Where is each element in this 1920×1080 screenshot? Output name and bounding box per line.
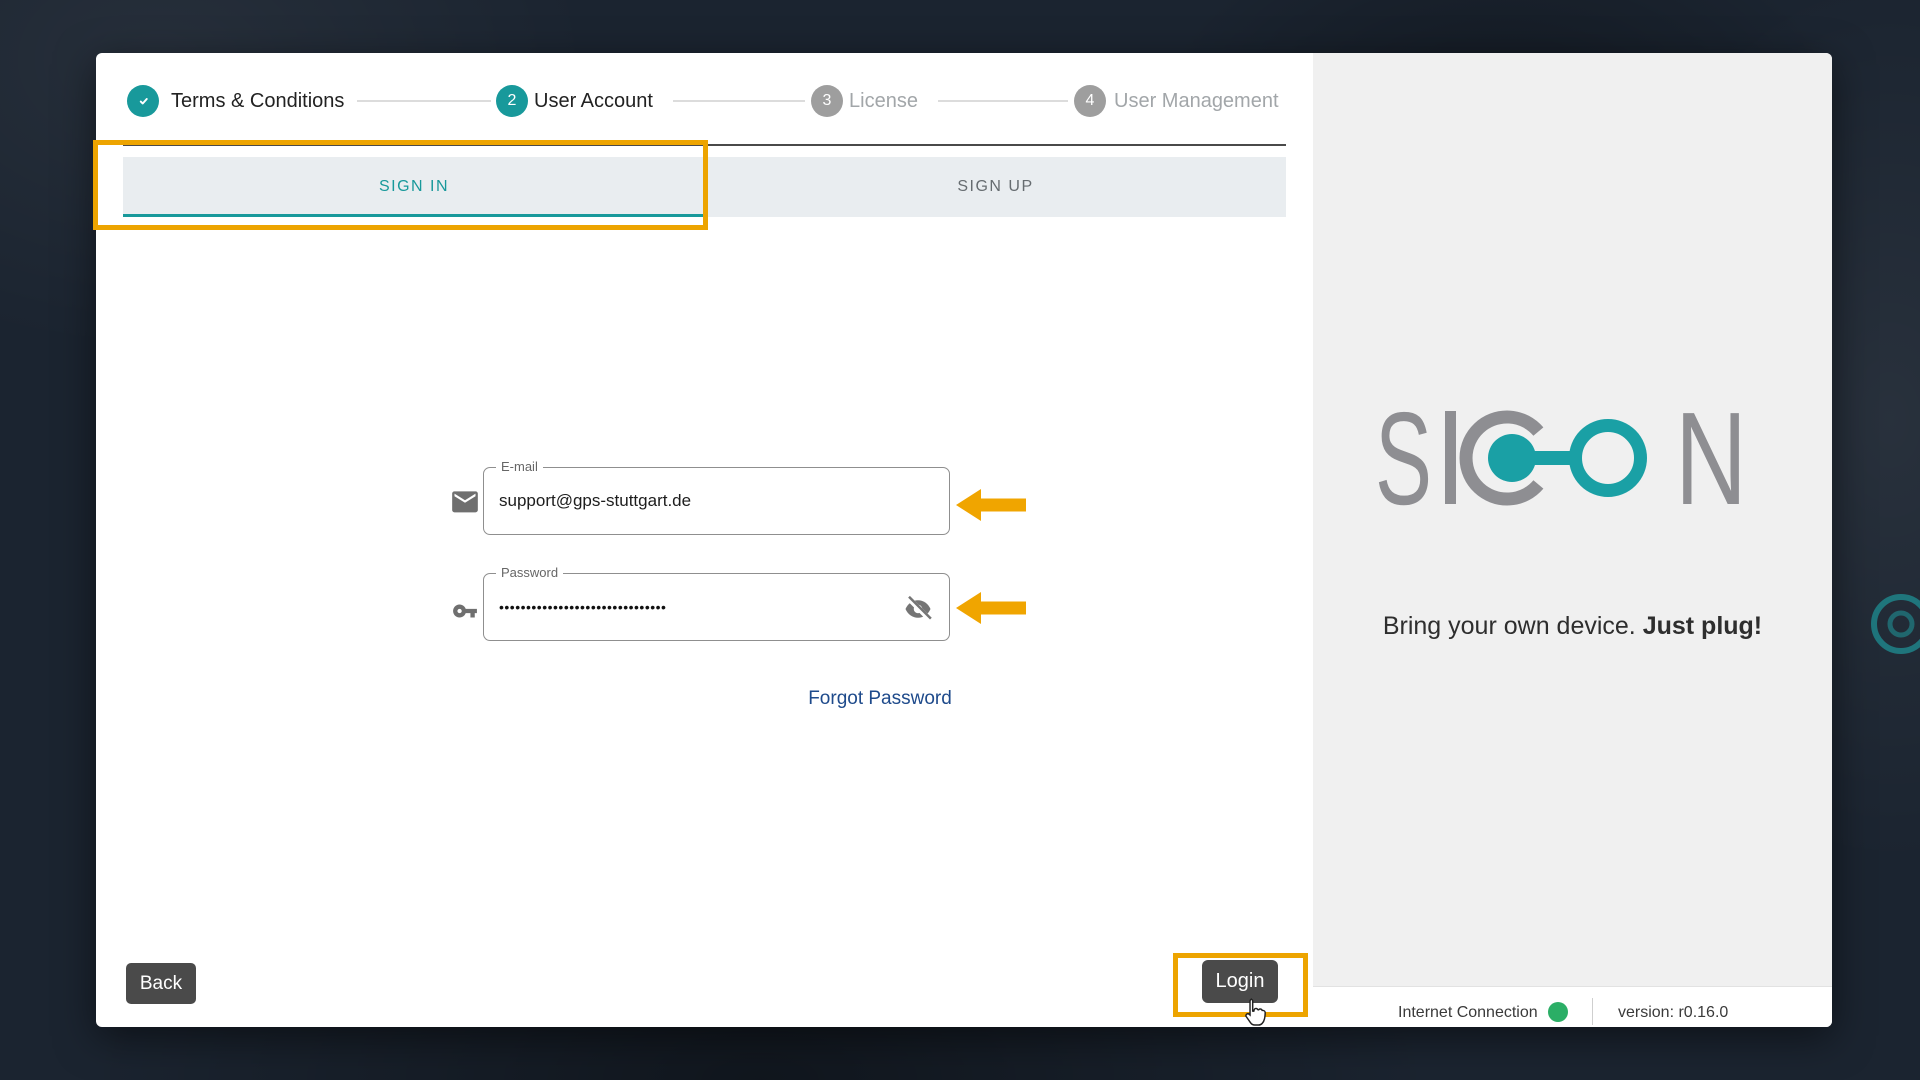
password-input[interactable]: Password ••••••••••••••••••••••••••••••• [483, 573, 950, 641]
tab-sign-up[interactable]: SIGN UP [705, 157, 1286, 217]
annotation-arrow-email-icon [956, 487, 1026, 523]
back-button[interactable]: Back [126, 963, 196, 1004]
step-connector [673, 100, 805, 102]
tab-sign-up-label: SIGN UP [957, 178, 1033, 196]
annotation-arrow-password-icon [956, 590, 1026, 626]
email-input[interactable]: E-mail support@gps-stuttgart.de [483, 467, 950, 535]
internet-status-dot [1548, 1002, 1568, 1022]
decor-target-rings-icon [1868, 591, 1920, 657]
internet-connection-label: Internet Connection [1398, 1004, 1538, 1022]
logo-teal-link [1512, 451, 1578, 465]
email-icon [451, 491, 479, 515]
status-bar [1313, 986, 1832, 1027]
email-field-value: support@gps-stuttgart.de [499, 491, 691, 511]
tagline-bold: Just plug! [1643, 612, 1762, 640]
forgot-password-link[interactable]: Forgot Password [740, 688, 1020, 710]
check-icon [134, 92, 152, 110]
version-label: version: r0.16.0 [1618, 1004, 1728, 1022]
status-bar-divider [1592, 998, 1593, 1025]
step-connector [938, 100, 1068, 102]
annotation-box-sign-in [93, 140, 708, 230]
step-number: 4 [1086, 92, 1095, 110]
email-field-label: E-mail [496, 459, 543, 474]
logo-letter-s: S [1375, 408, 1432, 508]
step-account-label: User Account [534, 90, 653, 113]
step-number: 2 [508, 92, 517, 110]
password-field-value-masked: ••••••••••••••••••••••••••••••• [499, 599, 666, 615]
cursor-hand-icon [1240, 996, 1270, 1030]
step-usermgmt-circle: 4 [1074, 85, 1106, 117]
step-terms-circle [127, 85, 159, 117]
sicon-logo: S N [1375, 408, 1755, 508]
step-license-circle: 3 [811, 85, 843, 117]
step-usermgmt-label: User Management [1114, 90, 1279, 113]
logo-letter-i [1445, 411, 1456, 504]
step-number: 3 [823, 92, 832, 110]
password-field-label: Password [496, 565, 563, 580]
tagline-regular: Bring your own device. [1383, 612, 1643, 640]
visibility-off-icon[interactable] [903, 594, 933, 624]
step-license-label: License [849, 90, 918, 113]
logo-letter-o [1576, 426, 1641, 491]
step-account-circle: 2 [496, 85, 528, 117]
desktop-background: Terms & Conditions 2 User Account 3 Lice… [0, 0, 1920, 1080]
step-terms-label: Terms & Conditions [171, 90, 344, 113]
brand-tagline: Bring your own device. Just plug! [1313, 612, 1832, 641]
key-icon [449, 598, 481, 624]
logo-letter-n: N [1675, 408, 1747, 508]
brand-panel [1313, 53, 1832, 986]
step-connector [357, 100, 491, 102]
